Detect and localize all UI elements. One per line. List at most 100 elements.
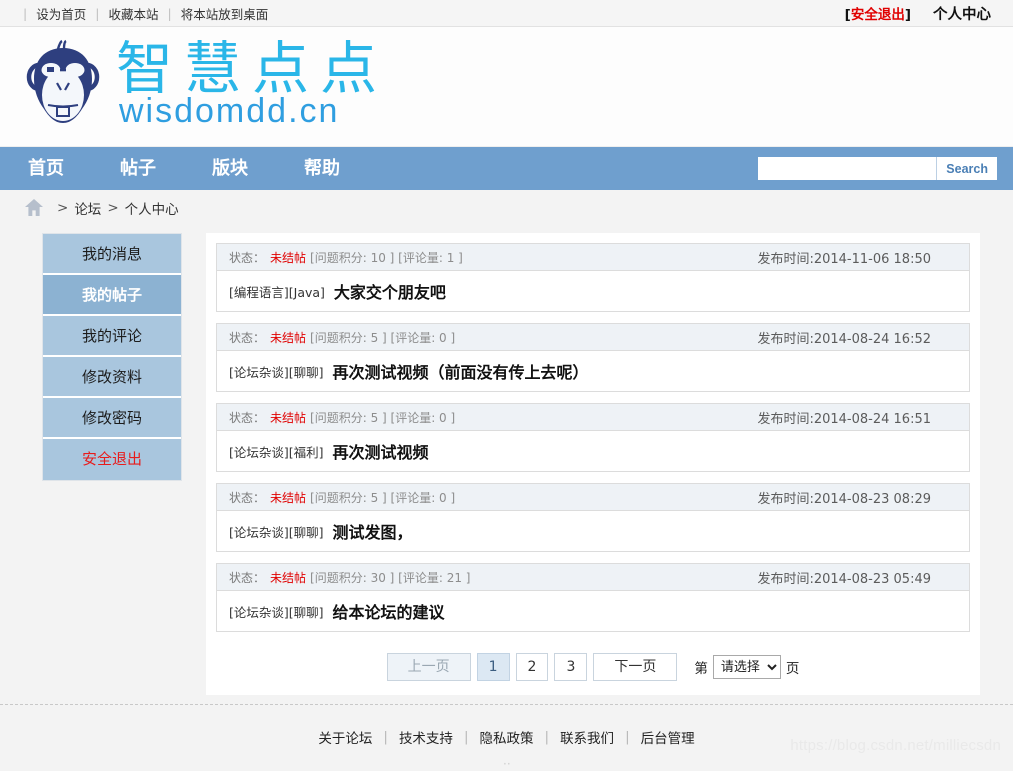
post-list-item[interactable]: 状态： 未结帖 [问题积分: 5 ] [评论量: 0 ] 发布时间:2014-0… (216, 403, 970, 472)
sidebar-item-my-comments[interactable]: 我的评论 (43, 316, 181, 357)
post-status-label: 状态： (229, 490, 266, 505)
post-header: 状态： 未结帖 [问题积分: 10 ] [评论量: 1 ] 发布时间:2014-… (217, 244, 969, 271)
monkey-mascot-logo-icon (24, 39, 102, 135)
post-list-item[interactable]: 状态： 未结帖 [问题积分: 30 ] [评论量: 21 ] 发布时间:2014… (216, 563, 970, 632)
footer-separator: | (625, 729, 630, 745)
nav-item-help[interactable]: 帮助 (276, 147, 368, 190)
post-meta: [问题积分: 5 ] [评论量: 0 ] (310, 410, 456, 425)
post-title-link[interactable]: 再次测试视频 (333, 439, 429, 463)
pagination-next-button[interactable]: 下一页 (593, 653, 678, 681)
search-button[interactable]: Search (936, 157, 997, 180)
post-list-item[interactable]: 状态： 未结帖 [问题积分: 5 ] [评论量: 0 ] 发布时间:2014-0… (216, 323, 970, 392)
footer-link-support[interactable]: 技术支持 (399, 727, 453, 747)
post-list-item[interactable]: 状态： 未结帖 [问题积分: 5 ] [评论量: 0 ] 发布时间:2014-0… (216, 483, 970, 552)
set-homepage-link[interactable]: 设为首页 (36, 4, 86, 23)
nav-item-sections[interactable]: 版块 (184, 147, 276, 190)
post-publish-time: 发布时间:2014-08-23 05:49 (757, 571, 931, 587)
post-meta: [问题积分: 5 ] [评论量: 0 ] (310, 330, 456, 345)
bookmark-site-link[interactable]: 收藏本站 (108, 4, 158, 23)
post-header: 状态： 未结帖 [问题积分: 5 ] [评论量: 0 ] 发布时间:2014-0… (217, 484, 969, 511)
nav-item-home[interactable]: 首页 (0, 147, 92, 190)
post-categories: [编程语言][Java] (229, 284, 325, 300)
post-publish-time: 发布时间:2014-08-24 16:52 (757, 331, 931, 347)
post-meta: [问题积分: 10 ] [评论量: 1 ] (310, 250, 463, 265)
page-watermark: https://blog.csdn.net/milliecsdn (790, 737, 1001, 754)
brand-name-cn: 智慧点点 (116, 35, 388, 102)
sidebar-item-my-posts[interactable]: 我的帖子 (43, 275, 181, 316)
sidebar-item-my-messages[interactable]: 我的消息 (43, 234, 181, 275)
footer-separator: | (383, 729, 388, 745)
post-meta: [问题积分: 5 ] [评论量: 0 ] (310, 490, 456, 505)
pagination-jump-suffix: 页 (785, 661, 800, 677)
nav-item-posts[interactable]: 帖子 (92, 147, 184, 190)
breadcrumb-current-page: 个人中心 (124, 201, 179, 218)
topbar-logout-wrap: [安全退出] (845, 3, 911, 23)
post-publish-time: 发布时间:2014-08-24 16:51 (757, 411, 931, 427)
topbar-logout-link[interactable]: 安全退出 (851, 7, 905, 23)
post-title-link[interactable]: 测试发图， (333, 519, 413, 543)
user-center-sidebar: 我的消息 我的帖子 我的评论 修改资料 修改密码 安全退出 (42, 233, 182, 481)
footer-link-contact[interactable]: 联系我们 (560, 727, 614, 747)
footer-separator: | (544, 729, 550, 745)
post-categories: [论坛杂谈][聊聊] (229, 524, 324, 540)
breadcrumb-separator-2: > (107, 199, 119, 216)
post-status-badge: 未结帖 (270, 490, 307, 505)
post-status-badge: 未结帖 (270, 570, 307, 585)
breadcrumb-forum-link[interactable]: 论坛 (74, 198, 101, 218)
topbar-user-center-link[interactable]: 个人中心 (933, 3, 991, 24)
post-meta: [问题积分: 30 ] [评论量: 21 ] (310, 570, 471, 585)
site-search: Search (758, 157, 997, 180)
page-bottom-marker: ·· (503, 757, 511, 771)
sidebar-item-edit-profile[interactable]: 修改资料 (43, 357, 181, 398)
footer-link-privacy[interactable]: 隐私政策 (480, 727, 534, 747)
pagination: 上一页 1 2 3 下一页 第 请选择 页 (216, 653, 970, 681)
top-utility-account: [安全退出] 个人中心 (845, 3, 991, 24)
post-publish-time: 发布时间:2014-11-06 18:50 (757, 251, 931, 267)
sidebar-item-logout[interactable]: 安全退出 (43, 439, 181, 480)
logo-band: 智慧点点 wisdomdd.cn (0, 27, 1013, 147)
pagination-page-3[interactable]: 3 (554, 653, 588, 681)
post-title-link[interactable]: 给本论坛的建议 (333, 599, 445, 623)
search-input[interactable] (758, 157, 937, 180)
brand-wordmark: 智慧点点 wisdomdd.cn (116, 35, 388, 130)
footer-link-admin[interactable]: 后台管理 (641, 727, 695, 747)
page-main: 我的消息 我的帖子 我的评论 修改资料 修改密码 安全退出 状态： 未结帖 [问… (0, 225, 1013, 695)
bracket-close: ] (904, 7, 911, 23)
post-header: 状态： 未结帖 [问题积分: 5 ] [评论量: 0 ] 发布时间:2014-0… (217, 404, 969, 431)
post-title-link[interactable]: 大家交个朋友吧 (334, 279, 446, 303)
post-header: 状态： 未结帖 [问题积分: 30 ] [评论量: 21 ] 发布时间:2014… (217, 564, 969, 591)
post-list-item[interactable]: 状态： 未结帖 [问题积分: 10 ] [评论量: 1 ] 发布时间:2014-… (216, 243, 970, 312)
topbar-separator: | (95, 5, 100, 21)
post-header: 状态： 未结帖 [问题积分: 5 ] [评论量: 0 ] 发布时间:2014-0… (217, 324, 969, 351)
top-utility-bar: | 设为首页 | 收藏本站 | 将本站放到桌面 [安全退出] 个人中心 (0, 0, 1013, 27)
home-icon[interactable] (24, 198, 44, 217)
post-status-label: 状态： (229, 570, 266, 585)
post-status-label: 状态： (229, 330, 266, 345)
post-body: [论坛杂谈][聊聊] 再次测试视频（前面没有传上去呢） (217, 351, 969, 391)
breadcrumb: > 论坛 > 个人中心 (0, 190, 1013, 225)
top-utility-links: | 设为首页 | 收藏本站 | 将本站放到桌面 (14, 4, 268, 23)
post-categories: [论坛杂谈][聊聊] (229, 604, 324, 620)
post-status-badge: 未结帖 (270, 250, 307, 265)
post-categories: [论坛杂谈][福利] (229, 444, 324, 460)
pagination-page-1[interactable]: 1 (476, 653, 510, 681)
nav-item-list: 首页 帖子 版块 帮助 (0, 147, 368, 190)
post-status-label: 状态： (229, 410, 266, 425)
add-to-desktop-link[interactable]: 将本站放到桌面 (181, 4, 269, 23)
pagination-prev-button[interactable]: 上一页 (386, 653, 471, 681)
footer-link-about[interactable]: 关于论坛 (318, 727, 372, 747)
post-status-badge: 未结帖 (270, 330, 307, 345)
sidebar-item-change-password[interactable]: 修改密码 (43, 398, 181, 439)
post-status-label: 状态： (229, 250, 266, 265)
post-body: [编程语言][Java] 大家交个朋友吧 (217, 271, 969, 311)
pagination-jump-prefix: 第 (694, 661, 708, 677)
pagination-page-2[interactable]: 2 (515, 653, 549, 681)
post-body: [论坛杂谈][聊聊] 测试发图， (217, 511, 969, 551)
my-posts-panel: 状态： 未结帖 [问题积分: 10 ] [评论量: 1 ] 发布时间:2014-… (206, 233, 980, 695)
topbar-separator: | (23, 5, 28, 21)
pagination-page-select[interactable]: 请选择 (712, 655, 781, 679)
breadcrumb-separator-1: > (57, 199, 69, 216)
post-title-link[interactable]: 再次测试视频（前面没有传上去呢） (333, 359, 589, 383)
topbar-separator: | (167, 5, 172, 21)
pagination-jump: 第 请选择 页 (694, 655, 799, 679)
